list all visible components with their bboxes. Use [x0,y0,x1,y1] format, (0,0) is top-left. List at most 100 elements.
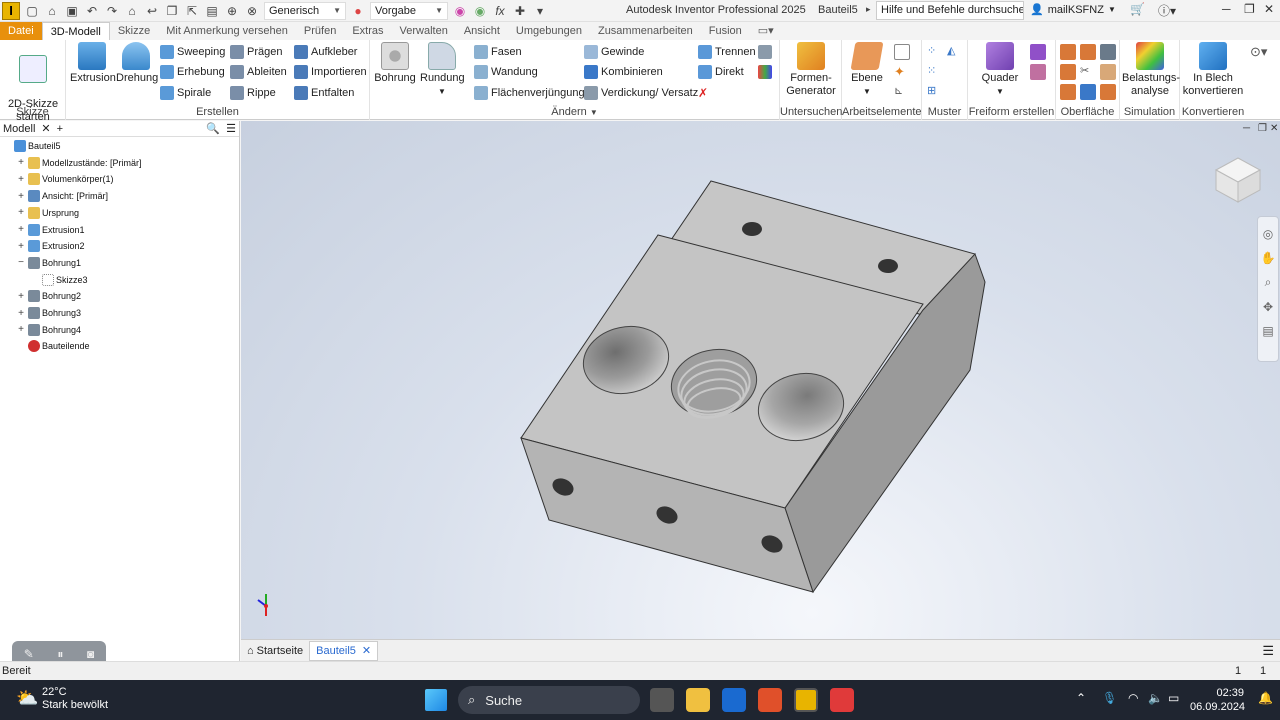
add-icon[interactable]: ✚ [510,2,530,20]
tab-startseite[interactable]: ⌂ Startseite [241,645,309,657]
browser-tab-modell[interactable]: Modell [3,123,35,135]
tree-node[interactable]: + Bohrung2 [16,288,81,304]
belastungsanalyse-button[interactable]: Belastungs- analyse [1122,42,1180,98]
brave-icon[interactable] [758,688,782,712]
open-file-icon[interactable]: ⌂ [42,2,62,20]
outlook-icon[interactable] [722,688,746,712]
repair-icon[interactable] [1100,84,1116,100]
redo-icon[interactable]: ↷ [102,2,122,20]
ableiten-button[interactable]: Ableiten [230,63,287,81]
appearance-adjust-icon[interactable]: ◉ [450,2,470,20]
tree-node[interactable]: + Extrusion1 [16,222,85,238]
mirror-icon[interactable]: ◭ [947,44,963,60]
select-icon[interactable]: ⇱ [182,2,202,20]
new-file-icon[interactable]: ▢ [22,2,42,20]
material-dropdown[interactable]: Vorgabe ▼ [370,1,448,20]
tab-zusammenarbeiten[interactable]: Zusammenarbeiten [590,22,701,40]
bohrung-button[interactable]: Bohrung [372,42,418,85]
inventor-taskbar-icon[interactable] [794,688,818,712]
rectangular-pattern-icon[interactable]: ⁘ [927,44,943,60]
quader-button[interactable]: Quader ▼ [978,42,1022,98]
save-icon[interactable]: ▣ [62,2,82,20]
expand-toggle-icon[interactable]: + [16,308,26,319]
tree-node[interactable]: + Ursprung [16,205,79,221]
look-at-icon[interactable]: ▤ [1258,324,1278,338]
close-browser-icon[interactable]: ✕ [41,122,50,135]
snagit-icon[interactable] [830,688,854,712]
point-icon[interactable]: ✦ [894,64,910,80]
update-icon[interactable]: ▤ [202,2,222,20]
search-arrow-icon[interactable]: ▸ [866,4,871,15]
expand-toggle-icon[interactable]: + [16,191,26,202]
battery-icon[interactable]: ▭ [1168,691,1179,705]
tree-node[interactable]: + Bohrung4 [16,322,81,338]
undo-icon[interactable]: ↶ [82,2,102,20]
ucs-icon[interactable]: ⊾ [894,84,910,100]
fasen-button[interactable]: Fasen [474,43,522,61]
viewport-close-icon[interactable]: ✕ [1270,123,1278,134]
parameters-icon[interactable]: fx [490,2,510,20]
task-view-icon[interactable] [650,688,674,712]
tray-chevron-icon[interactable]: ⌃ [1076,691,1086,705]
expand-toggle-icon[interactable]: + [16,157,26,168]
tab-umgebungen[interactable]: Umgebungen [508,22,590,40]
replace-face-icon[interactable] [1080,84,1096,100]
praegen-button[interactable]: Prägen [230,43,282,61]
viewport-minimize-icon[interactable]: ─ [1243,123,1250,134]
thicken-surface-icon[interactable] [1060,44,1076,60]
volume-icon[interactable]: 🔈 [1148,691,1163,705]
browser-search-icon[interactable]: 🔍 [206,122,220,135]
camera-icon[interactable]: ◙ [87,647,94,661]
color-wheel-icon[interactable]: ● [348,2,368,20]
trennen-button[interactable]: Trennen [698,43,756,61]
help-search-input[interactable]: Hilfe und Befehle durchsuchen... [876,1,1024,20]
expand-toggle-icon[interactable]: + [16,224,26,235]
user-account[interactable]: 👤 mailKSFNZ ▼ [1030,3,1116,17]
sculpt-icon[interactable] [1100,44,1116,60]
tab-pruefen[interactable]: Prüfen [296,22,344,40]
verdickung-button[interactable]: Verdickung/ Versatz [584,84,698,102]
minimize-icon[interactable]: ─ [1222,2,1231,16]
pause-icon[interactable]: ⏸ [57,647,63,662]
freeform-convert-icon[interactable] [1030,64,1046,80]
tab-verwalten[interactable]: Verwalten [392,22,456,40]
tree-node[interactable]: + Extrusion2 [16,238,85,254]
ruled-surface-icon[interactable] [1060,84,1076,100]
taskbar-search[interactable]: ⌕ Suche [458,686,640,714]
weather-widget[interactable]: 22°C Stark bewölkt [42,686,108,712]
ribbon-options-icon[interactable]: ⊙▾ [1250,44,1267,60]
formen-generator-button[interactable]: Formen- Generator [782,42,840,98]
entfalten-button[interactable]: Entfalten [294,84,354,102]
ebene-button[interactable]: Ebene ▼ [844,42,890,98]
tree-node[interactable]: − Bohrung1 [16,255,81,271]
expand-toggle-icon[interactable]: + [16,241,26,252]
patch-icon[interactable] [1060,64,1076,80]
flaechenverjuengung-button[interactable]: Flächenverjüngung [474,84,585,102]
wifi-icon[interactable]: ◠ [1128,691,1138,705]
inventor-logo-icon[interactable]: I [2,1,20,20]
tree-node[interactable]: + Bohrung3 [16,305,81,321]
expand-toggle-icon[interactable]: + [16,324,26,335]
close-icon[interactable]: ✕ [1264,2,1274,16]
file-explorer-icon[interactable] [686,688,710,712]
windows-start-icon[interactable] [425,689,447,711]
pan-icon[interactable]: ✋ [1258,251,1278,265]
tree-node[interactable]: Skizze3 [30,272,88,288]
tabs-menu-icon[interactable]: ☰ [1262,643,1280,659]
expand-toggle-icon[interactable]: + [16,174,26,185]
tree-node[interactable]: + Ansicht: [Primär] [16,188,108,204]
expand-toggle-icon[interactable]: − [16,257,26,268]
trim-icon[interactable]: ✂ [1080,64,1096,80]
home-icon[interactable]: ⌂ [122,2,142,20]
tab-datei[interactable]: Datei [0,22,42,40]
drehung-button[interactable]: Drehung [116,42,158,85]
importieren-button[interactable]: Importieren [294,63,367,81]
rundung-button[interactable]: Rundung ▼ [420,42,465,98]
spirale-button[interactable]: Spirale [160,84,211,102]
appearance-override-button[interactable] [758,63,772,81]
add-browser-icon[interactable]: + [57,123,63,135]
notifications-icon[interactable]: 🔔 [1258,691,1273,705]
sketch-pattern-icon[interactable]: ⊞ [927,84,943,100]
tab-fusion[interactable]: Fusion [701,22,750,40]
expand-toggle-icon[interactable]: + [16,291,26,302]
